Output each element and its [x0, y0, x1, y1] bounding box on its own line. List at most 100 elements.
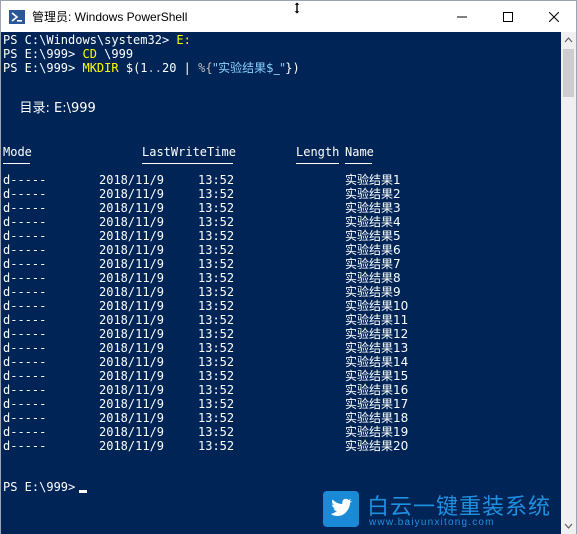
mode-cell: d----- — [3, 439, 47, 453]
time-cell: 13:52 — [198, 411, 235, 425]
time-cell: 13:52 — [198, 201, 235, 215]
scroll-down-icon[interactable] — [561, 518, 576, 534]
date-cell: 2018/11/9 — [99, 285, 165, 299]
date-cell: 2018/11/9 — [99, 383, 165, 397]
mode-cell: d----- — [3, 341, 47, 355]
console-line-1: PS C:\Windows\system32> E: — [3, 33, 191, 47]
time-cell: 13:52 — [198, 229, 235, 243]
date-cell: 2018/11/9 — [99, 397, 165, 411]
listing-row: d----- 2018/11/9 13:52 实验结果16 — [1, 383, 561, 397]
name-cell: 实验结果10 — [345, 299, 409, 313]
time-cell: 13:52 — [198, 369, 235, 383]
twitter-bird-icon — [323, 491, 359, 527]
name-cell: 实验结果6 — [345, 243, 401, 257]
prompt-text: PS C:\Windows\system32> — [3, 33, 177, 47]
listing-row: d----- 2018/11/9 13:52 实验结果18 — [1, 411, 561, 425]
mode-cell: d----- — [3, 257, 47, 271]
listing-row: d----- 2018/11/9 13:52 实验结果7 — [1, 257, 561, 271]
time-cell: 13:52 — [198, 313, 235, 327]
vertical-scrollbar[interactable] — [561, 32, 576, 534]
mode-cell: d----- — [3, 327, 47, 341]
mode-cell: d----- — [3, 271, 47, 285]
mode-cell: d----- — [3, 383, 47, 397]
date-cell: 2018/11/9 — [99, 271, 165, 285]
listing-row: d----- 2018/11/9 13:52 实验结果5 — [1, 229, 561, 243]
foreach-alias: %{ — [198, 61, 213, 75]
mode-cell: d----- — [3, 187, 47, 201]
listing-row: d----- 2018/11/9 13:52 实验结果13 — [1, 341, 561, 355]
minimize-icon — [457, 16, 467, 17]
title-bar[interactable]: 管理员: Windows PowerShell — [1, 1, 576, 33]
mode-cell: d----- — [3, 215, 47, 229]
name-cell: 实验结果1 — [345, 173, 401, 187]
header-underline — [142, 163, 233, 164]
scroll-up-icon[interactable] — [561, 32, 576, 48]
name-cell: 实验结果15 — [345, 369, 409, 383]
range-operator: .. — [147, 61, 162, 75]
header-name: Name — [345, 145, 374, 159]
listing-row: d----- 2018/11/9 13:52 实验结果1 — [1, 173, 561, 187]
listing-row: d----- 2018/11/9 13:52 实验结果20 — [1, 439, 561, 453]
date-cell: 2018/11/9 — [99, 313, 165, 327]
console-line-3: PS E:\999> MKDIR $(1..20 | %{"实验结果$_"}) — [3, 61, 300, 75]
listing-row: d----- 2018/11/9 13:52 实验结果10 — [1, 299, 561, 313]
console-output[interactable]: PS C:\Windows\system32> E: PS E:\999> CD… — [1, 32, 561, 534]
prompt-text: PS E:\999> — [3, 61, 83, 75]
listing-row: d----- 2018/11/9 13:52 实验结果2 — [1, 187, 561, 201]
expr-text: 20 | — [161, 61, 199, 75]
close-icon — [549, 11, 559, 22]
time-cell: 13:52 — [198, 355, 235, 369]
command-text: E: — [176, 33, 191, 47]
mode-cell: d----- — [3, 411, 47, 425]
date-cell: 2018/11/9 — [99, 439, 165, 453]
mode-cell: d----- — [3, 243, 47, 257]
console-line-2: PS E:\999> CD \999 — [3, 47, 133, 61]
header-underline — [296, 163, 339, 164]
name-cell: 实验结果3 — [345, 201, 401, 215]
string-literal: "实验结果$_" — [212, 61, 286, 75]
header-underline — [345, 163, 372, 164]
time-cell: 13:52 — [198, 285, 235, 299]
directory-label: 目录: E:\999 — [3, 101, 96, 116]
listing-row: d----- 2018/11/9 13:52 实验结果4 — [1, 215, 561, 229]
date-cell: 2018/11/9 — [99, 425, 165, 439]
argument-text: \999 — [104, 47, 134, 61]
text-caret — [79, 490, 87, 493]
date-cell: 2018/11/9 — [99, 257, 165, 271]
powershell-icon — [9, 10, 25, 24]
listing-row: d----- 2018/11/9 13:52 实验结果11 — [1, 313, 561, 327]
prompt-text: PS E:\999> — [3, 47, 83, 61]
listing-row: d----- 2018/11/9 13:52 实验结果19 — [1, 425, 561, 439]
mode-cell: d----- — [3, 313, 47, 327]
mode-cell: d----- — [3, 173, 47, 187]
maximize-button[interactable] — [485, 1, 531, 32]
date-cell: 2018/11/9 — [99, 243, 165, 257]
close-button[interactable] — [531, 1, 577, 32]
date-cell: 2018/11/9 — [99, 299, 165, 313]
name-cell: 实验结果19 — [345, 425, 409, 439]
scrollbar-thumb[interactable] — [563, 49, 574, 97]
header-mode: Mode — [3, 145, 32, 159]
command-text: CD — [82, 47, 105, 61]
name-cell: 实验结果16 — [345, 383, 409, 397]
watermark-logo: 白云一键重装系统 www.baiyunxitong.com — [319, 487, 561, 533]
time-cell: 13:52 — [198, 327, 235, 341]
time-cell: 13:52 — [198, 439, 235, 453]
command-text: MKDIR — [82, 61, 126, 75]
window-title: 管理员: Windows PowerShell — [32, 10, 188, 24]
expr-text: }) — [285, 61, 300, 75]
time-cell: 13:52 — [198, 299, 235, 313]
name-cell: 实验结果18 — [345, 411, 409, 425]
date-cell: 2018/11/9 — [99, 201, 165, 215]
date-cell: 2018/11/9 — [99, 411, 165, 425]
listing-row: d----- 2018/11/9 13:52 实验结果3 — [1, 201, 561, 215]
date-cell: 2018/11/9 — [99, 229, 165, 243]
watermark-url: www.baiyunxitong.com — [369, 517, 495, 528]
minimize-button[interactable] — [439, 1, 485, 32]
name-cell: 实验结果11 — [345, 313, 409, 327]
date-cell: 2018/11/9 — [99, 187, 165, 201]
powershell-window: 管理员: Windows PowerShell PS C:\Windows\sy… — [0, 0, 577, 534]
name-cell: 实验结果7 — [345, 257, 401, 271]
mode-cell: d----- — [3, 425, 47, 439]
name-cell: 实验结果4 — [345, 215, 401, 229]
